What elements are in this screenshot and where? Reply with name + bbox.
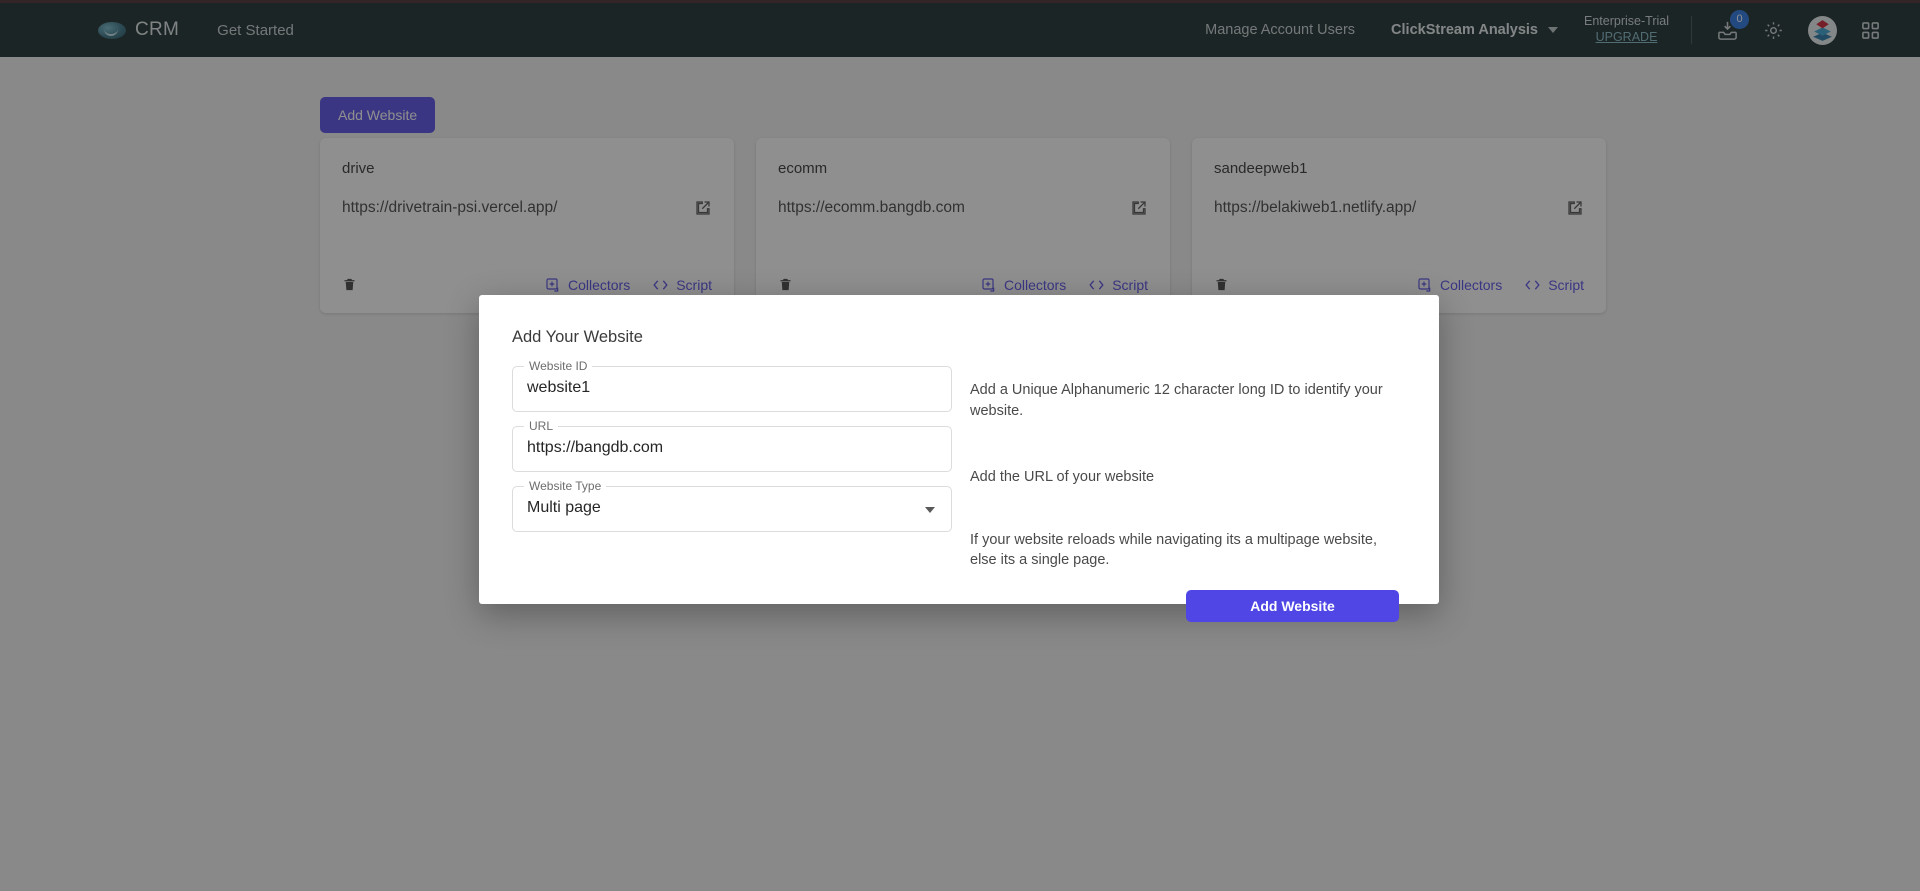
website-id-help: Add a Unique Alphanumeric 12 character l… — [970, 382, 1383, 419]
app-root: CRM Get Started Manage Account Users Cli… — [0, 0, 1920, 891]
website-type-value: Multi page — [527, 499, 601, 516]
url-value: https://bangdb.com — [527, 439, 664, 456]
website-id-field[interactable]: Website ID website1 — [512, 359, 952, 412]
website-type-label: Website Type — [524, 479, 607, 493]
website-type-select[interactable]: Website Type Multi page — [512, 479, 952, 532]
chevron-down-icon[interactable] — [925, 507, 935, 513]
dialog-footer: Add Website — [512, 589, 1399, 622]
url-field[interactable]: URL https://bangdb.com — [512, 419, 952, 472]
dialog-add-website-button[interactable]: Add Website — [1186, 589, 1399, 622]
url-label: URL — [524, 419, 559, 433]
website-id-value: website1 — [527, 379, 591, 396]
dialog-title: Add Your Website — [512, 328, 643, 346]
website-id-label: Website ID — [524, 359, 593, 373]
dialog-field-column: Website ID website1 URL https://bangdb.c… — [512, 359, 952, 546]
url-help: Add the URL of your website — [970, 469, 1155, 486]
add-website-dialog: Add Your Website Website ID website1 URL… — [479, 295, 1439, 622]
website-type-help: If your website reloads while navigating… — [970, 531, 1378, 569]
dialog-form: Website ID website1 URL https://bangdb.c… — [512, 359, 1399, 571]
dialog-help-column: Add a Unique Alphanumeric 12 character l… — [970, 366, 1399, 571]
